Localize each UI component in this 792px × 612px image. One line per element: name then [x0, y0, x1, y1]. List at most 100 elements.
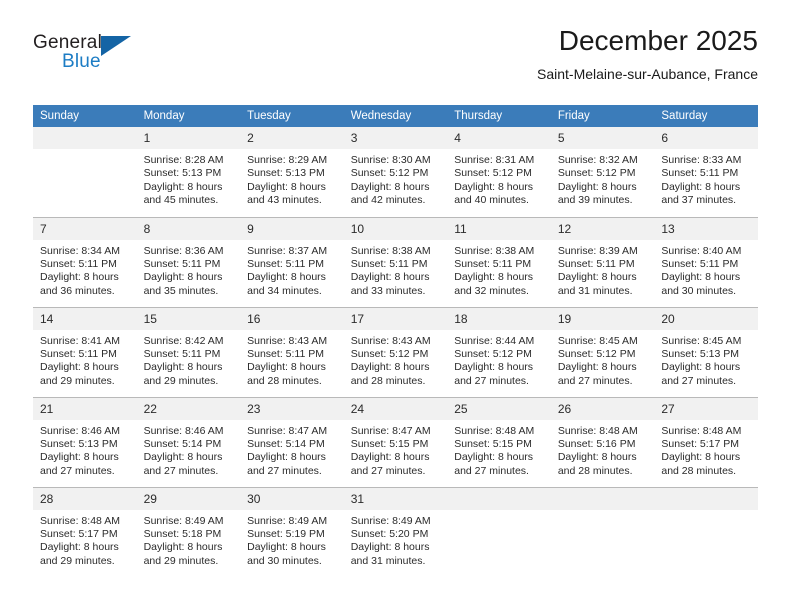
daylight-duration-line2: and 32 minutes.	[454, 284, 529, 297]
calendar-day-cell[interactable]: 30 Sunrise: 8:49 AM Sunset: 5:19 PM Dayligh…	[240, 486, 344, 578]
sunset-time: Sunset: 5:12 PM	[557, 167, 636, 180]
day-details: Sunrise: 8:41 AM Sunset: 5:11 PM Daylight:…	[33, 330, 137, 389]
daylight-duration-line1: Daylight: 8 hours	[40, 541, 119, 554]
daylight-duration-line1: Daylight: 8 hours	[247, 271, 326, 284]
calendar-day-cell[interactable]: 19 Sunrise: 8:45 AM Sunset: 5:12 PM Dayligh…	[550, 306, 655, 397]
calendar-day-cell[interactable]: 11 Sunrise: 8:38 AM Sunset: 5:11 PM Dayligh…	[447, 216, 551, 307]
day-number: 28	[33, 487, 137, 510]
day-number: 24	[343, 397, 448, 420]
daylight-duration-line1: Daylight: 8 hours	[143, 271, 223, 284]
daylight-duration-line2: and 28 minutes.	[661, 464, 737, 477]
day-details: Sunrise: 8:48 AM Sunset: 5:16 PM Daylight:…	[551, 420, 655, 479]
sunrise-time: Sunrise: 8:46 AM	[143, 424, 224, 437]
calendar-day-cell[interactable]: 28 Sunrise: 8:48 AM Sunset: 5:17 PM Dayligh…	[33, 486, 137, 578]
sunrise-time: Sunrise: 8:48 AM	[454, 424, 535, 437]
calendar-day-cell[interactable]: 3 Sunrise: 8:30 AM Sunset: 5:12 PM Daylight…	[343, 127, 448, 217]
day-cell-inner: 30 Sunrise: 8:49 AM Sunset: 5:19 PM Dayligh…	[240, 487, 344, 578]
day-number: 6	[654, 127, 758, 149]
title-block: December 2025 Saint-Melaine-sur-Aubance,…	[537, 24, 758, 84]
calendar-day-cell[interactable]: 21 Sunrise: 8:46 AM Sunset: 5:13 PM Dayligh…	[33, 396, 137, 487]
sunrise-time: Sunrise: 8:47 AM	[247, 424, 328, 437]
calendar-week-row: 14 Sunrise: 8:41 AM Sunset: 5:11 PM Dayligh…	[33, 306, 758, 397]
day-number: 2	[240, 127, 344, 149]
daylight-duration-line2: and 27 minutes.	[454, 374, 529, 387]
calendar-day-cell[interactable]: 24 Sunrise: 8:47 AM Sunset: 5:15 PM Dayligh…	[343, 396, 448, 487]
calendar-day-cell[interactable]: 8 Sunrise: 8:36 AM Sunset: 5:11 PM Daylight…	[136, 216, 241, 307]
daylight-duration-line1: Daylight: 8 hours	[350, 361, 430, 374]
day-cell-inner: 1 Sunrise: 8:28 AM Sunset: 5:13 PM Daylight…	[136, 127, 241, 217]
day-details: Sunrise: 8:43 AM Sunset: 5:11 PM Daylight:…	[240, 330, 344, 389]
calendar-day-cell[interactable]: 20 Sunrise: 8:45 AM Sunset: 5:13 PM Dayligh…	[654, 306, 758, 397]
day-cell-inner: 25 Sunrise: 8:48 AM Sunset: 5:15 PM Dayligh…	[447, 397, 551, 487]
daylight-duration-line2: and 28 minutes.	[557, 464, 633, 477]
day-cell-inner: 14 Sunrise: 8:41 AM Sunset: 5:11 PM Dayligh…	[33, 307, 137, 397]
calendar-day-cell[interactable]: 22 Sunrise: 8:46 AM Sunset: 5:14 PM Dayligh…	[136, 396, 241, 487]
sunset-time: Sunset: 5:12 PM	[350, 167, 429, 180]
calendar-day-cell[interactable]: 14 Sunrise: 8:41 AM Sunset: 5:11 PM Dayligh…	[33, 306, 137, 397]
day-details: Sunrise: 8:32 AM Sunset: 5:12 PM Daylight:…	[551, 149, 655, 208]
calendar-day-cell[interactable]: 23 Sunrise: 8:47 AM Sunset: 5:14 PM Dayligh…	[240, 396, 344, 487]
sunrise-time: Sunrise: 8:48 AM	[661, 424, 742, 437]
calendar-day-cell[interactable]: 16 Sunrise: 8:43 AM Sunset: 5:11 PM Dayligh…	[240, 306, 344, 397]
daylight-duration-line2: and 29 minutes.	[143, 554, 219, 567]
general-blue-logo[interactable]: General Blue	[33, 32, 153, 80]
day-number	[550, 487, 655, 510]
day-cell-inner: 28 Sunrise: 8:48 AM Sunset: 5:17 PM Dayligh…	[33, 487, 137, 578]
calendar-day-cell[interactable]: 27 Sunrise: 8:48 AM Sunset: 5:17 PM Dayligh…	[654, 396, 758, 487]
calendar-day-cell[interactable]: 31 Sunrise: 8:49 AM Sunset: 5:20 PM Dayligh…	[343, 486, 448, 578]
day-details: Sunrise: 8:49 AM Sunset: 5:19 PM Daylight:…	[240, 510, 344, 569]
day-cell-inner: 31 Sunrise: 8:49 AM Sunset: 5:20 PM Dayligh…	[343, 487, 448, 578]
daylight-duration-line1: Daylight: 8 hours	[661, 271, 741, 284]
calendar-day-cell[interactable]: 29 Sunrise: 8:49 AM Sunset: 5:18 PM Dayligh…	[136, 486, 241, 577]
sunset-time: Sunset: 5:11 PM	[247, 257, 324, 270]
calendar-day-cell[interactable]: 10 Sunrise: 8:38 AM Sunset: 5:11 PM Dayligh…	[343, 216, 448, 307]
sunrise-time: Sunrise: 8:43 AM	[247, 334, 328, 347]
daylight-duration-line2: and 31 minutes.	[350, 554, 426, 567]
day-details: Sunrise: 8:48 AM Sunset: 5:17 PM Daylight:…	[33, 510, 137, 569]
calendar-day-cell[interactable]: 5 Sunrise: 8:32 AM Sunset: 5:12 PM Daylight…	[550, 127, 655, 217]
daylight-duration-line1: Daylight: 8 hours	[143, 180, 223, 193]
day-number: 26	[550, 397, 655, 420]
calendar-day-cell[interactable]: 13 Sunrise: 8:40 AM Sunset: 5:11 PM Dayligh…	[654, 216, 758, 307]
day-details: Sunrise: 8:47 AM Sunset: 5:14 PM Daylight:…	[240, 420, 344, 479]
daylight-duration-line1: Daylight: 8 hours	[454, 180, 534, 193]
day-number: 15	[136, 307, 241, 330]
calendar-day-cell[interactable]: 26 Sunrise: 8:48 AM Sunset: 5:16 PM Dayligh…	[550, 396, 655, 487]
calendar-day-cell[interactable]: 25 Sunrise: 8:48 AM Sunset: 5:15 PM Dayligh…	[447, 396, 551, 487]
daylight-duration-line1: Daylight: 8 hours	[40, 361, 119, 374]
sunset-time: Sunset: 5:11 PM	[350, 257, 428, 270]
calendar-day-cell[interactable]: 4 Sunrise: 8:31 AM Sunset: 5:12 PM Daylight…	[447, 127, 551, 217]
calendar-day-cell[interactable]: 15 Sunrise: 8:42 AM Sunset: 5:11 PM Dayligh…	[136, 306, 241, 397]
day-cell-inner: 24 Sunrise: 8:47 AM Sunset: 5:15 PM Dayligh…	[343, 397, 448, 487]
calendar-day-cell[interactable]: 17 Sunrise: 8:43 AM Sunset: 5:12 PM Dayligh…	[343, 306, 448, 397]
day-details: Sunrise: 8:31 AM Sunset: 5:12 PM Daylight:…	[447, 149, 551, 208]
daylight-duration-line1: Daylight: 8 hours	[557, 180, 637, 193]
day-number: 25	[447, 397, 551, 420]
calendar-day-cell-empty	[654, 486, 758, 577]
calendar-week-row: 1 Sunrise: 8:28 AM Sunset: 5:13 PM Daylight…	[33, 127, 758, 217]
sunrise-time: Sunrise: 8:28 AM	[143, 154, 224, 166]
calendar-day-cell[interactable]: 7 Sunrise: 8:34 AM Sunset: 5:11 PM Daylight…	[33, 216, 137, 307]
calendar-day-cell[interactable]: 1 Sunrise: 8:28 AM Sunset: 5:13 PM Daylight…	[136, 127, 241, 217]
sunrise-time: Sunrise: 8:42 AM	[143, 334, 224, 347]
sunrise-time: Sunrise: 8:49 AM	[247, 514, 328, 527]
day-number: 21	[33, 397, 137, 420]
day-number: 5	[550, 127, 655, 149]
day-details: Sunrise: 8:28 AM Sunset: 5:13 PM Daylight:…	[137, 149, 241, 208]
daylight-duration-line2: and 40 minutes.	[454, 194, 529, 207]
weekday-header-thursday: Thursday	[447, 105, 551, 127]
calendar-day-cell[interactable]: 2 Sunrise: 8:29 AM Sunset: 5:13 PM Daylight…	[240, 127, 344, 217]
calendar-day-cell[interactable]: 9 Sunrise: 8:37 AM Sunset: 5:11 PM Daylight…	[240, 216, 344, 307]
day-details: Sunrise: 8:46 AM Sunset: 5:13 PM Daylight:…	[33, 420, 137, 479]
calendar-day-cell[interactable]: 6 Sunrise: 8:33 AM Sunset: 5:11 PM Daylight…	[654, 127, 758, 217]
day-cell-inner: 13 Sunrise: 8:40 AM Sunset: 5:11 PM Dayligh…	[654, 217, 758, 307]
day-number	[447, 487, 551, 510]
calendar-day-cell[interactable]: 18 Sunrise: 8:44 AM Sunset: 5:12 PM Dayligh…	[447, 306, 551, 397]
day-details: Sunrise: 8:45 AM Sunset: 5:12 PM Daylight:…	[551, 330, 655, 389]
sunset-time: Sunset: 5:12 PM	[454, 347, 532, 360]
day-number: 18	[447, 307, 551, 330]
day-cell-inner: 5 Sunrise: 8:32 AM Sunset: 5:12 PM Daylight…	[550, 127, 655, 217]
sunrise-time: Sunrise: 8:45 AM	[557, 334, 638, 347]
daylight-duration-line2: and 27 minutes.	[661, 374, 737, 387]
calendar-day-cell[interactable]: 12 Sunrise: 8:39 AM Sunset: 5:11 PM Dayligh…	[550, 216, 655, 307]
